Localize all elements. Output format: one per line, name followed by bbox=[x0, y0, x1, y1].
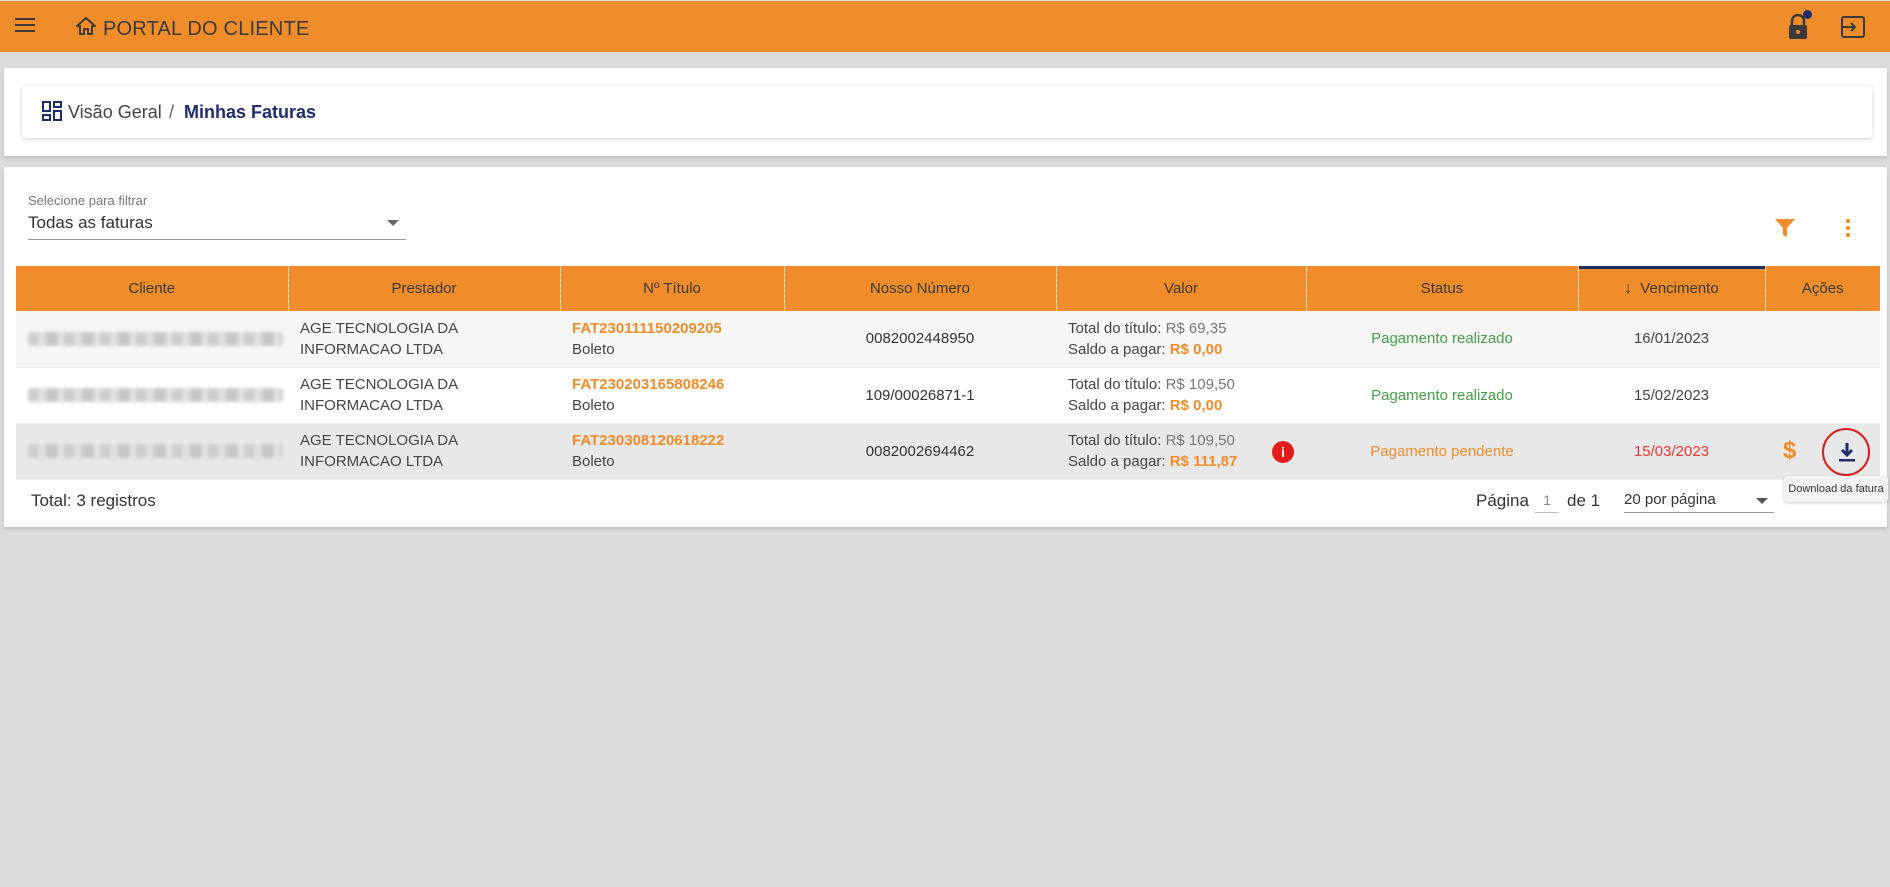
invoice-number-link[interactable]: FAT230203165808246 bbox=[572, 374, 772, 395]
cell-prestador: AGE TECNOLOGIA DA INFORMACAO LTDA bbox=[288, 423, 560, 480]
cell-valor: Total do título: R$ 109,50 Saldo a pagar… bbox=[1056, 423, 1306, 480]
total-value: R$ 109,50 bbox=[1165, 376, 1235, 393]
chevron-down-icon bbox=[387, 220, 399, 226]
page-label: Página bbox=[1476, 491, 1529, 510]
cell-status: Pagamento realizado bbox=[1306, 311, 1578, 368]
cell-acoes bbox=[1765, 367, 1880, 424]
total-label: Total do título: bbox=[1068, 319, 1162, 337]
saldo-value: R$ 0,00 bbox=[1169, 340, 1223, 358]
cell-acoes bbox=[1765, 311, 1880, 368]
sort-arrow-down-icon: ↓ bbox=[1624, 279, 1633, 297]
invoices-card: Selecione para filtrar Todas as faturas … bbox=[4, 167, 1887, 527]
cell-valor: Total do título: R$ 109,50 Saldo a pagar… bbox=[1056, 367, 1306, 424]
filter-value: Todas as faturas bbox=[28, 213, 153, 232]
cell-cliente bbox=[16, 367, 288, 424]
per-page-value: 20 por página bbox=[1624, 491, 1716, 508]
per-page-select[interactable]: 20 por página bbox=[1624, 487, 1774, 513]
column-header-vencimento[interactable]: ↓ Vencimento bbox=[1578, 266, 1766, 311]
total-label: Total do título: bbox=[1068, 376, 1162, 393]
pay-dollar-icon[interactable]: $ bbox=[1783, 437, 1796, 465]
table-header-row: Cliente Prestador Nº Título Nosso Número… bbox=[16, 266, 1880, 311]
cell-nosso-numero: 0082002694462 bbox=[784, 423, 1056, 480]
top-app-bar: PORTAL DO CLIENTE bbox=[0, 0, 1890, 52]
cell-vencimento: 15/02/2023 bbox=[1578, 367, 1765, 424]
column-header-status[interactable]: Status bbox=[1306, 266, 1579, 311]
redacted-client-name bbox=[28, 444, 283, 458]
chevron-down-icon bbox=[1756, 498, 1768, 504]
hamburger-menu-icon[interactable] bbox=[12, 15, 38, 39]
table-row[interactable]: AGE TECNOLOGIA DA INFORMACAO LTDA FAT230… bbox=[16, 311, 1880, 368]
cell-nosso-numero: 109/00026871-1 bbox=[784, 367, 1056, 424]
invoice-number-link[interactable]: FAT230111150209205 bbox=[572, 318, 772, 339]
filter-select[interactable]: Todas as faturas bbox=[28, 210, 406, 240]
cell-cliente bbox=[16, 311, 288, 368]
column-header-cliente[interactable]: Cliente bbox=[16, 266, 289, 311]
app-title: PORTAL DO CLIENTE bbox=[103, 18, 310, 40]
cell-titulo: FAT230308120618222 Boleto bbox=[560, 423, 784, 480]
column-header-nosso-numero[interactable]: Nosso Número bbox=[784, 266, 1057, 311]
filter-label: Selecione para filtrar bbox=[28, 193, 148, 208]
column-header-valor[interactable]: Valor bbox=[1056, 266, 1307, 311]
total-value: R$ 109,50 bbox=[1165, 432, 1235, 449]
redacted-client-name bbox=[28, 388, 283, 402]
more-options-icon[interactable] bbox=[1843, 217, 1853, 239]
invoices-table: Cliente Prestador Nº Título Nosso Número… bbox=[16, 266, 1880, 480]
cell-titulo: FAT230111150209205 Boleto bbox=[560, 311, 784, 368]
cell-prestador: AGE TECNOLOGIA DA INFORMACAO LTDA bbox=[288, 311, 560, 368]
saldo-label: Saldo a pagar: bbox=[1068, 397, 1166, 414]
saldo-label: Saldo a pagar: bbox=[1068, 340, 1166, 358]
breadcrumb: Visão Geral / Minhas Faturas bbox=[22, 86, 1872, 138]
breadcrumb-card: Visão Geral / Minhas Faturas bbox=[4, 68, 1887, 156]
download-invoice-button[interactable] bbox=[1822, 427, 1870, 476]
cell-status: Pagamento realizado bbox=[1306, 367, 1578, 424]
logout-icon[interactable] bbox=[1840, 15, 1866, 39]
cell-prestador: AGE TECNOLOGIA DA INFORMACAO LTDA bbox=[288, 367, 560, 424]
column-header-prestador[interactable]: Prestador bbox=[288, 266, 561, 311]
invoice-type: Boleto bbox=[572, 397, 615, 414]
table-row[interactable]: AGE TECNOLOGIA DA INFORMACAO LTDA FAT230… bbox=[16, 367, 1880, 424]
cell-cliente bbox=[16, 423, 288, 480]
redacted-client-name bbox=[28, 331, 283, 346]
saldo-label: Saldo a pagar: bbox=[1068, 453, 1166, 470]
home-icon[interactable] bbox=[76, 17, 96, 35]
breadcrumb-root-link[interactable]: Visão Geral bbox=[68, 102, 162, 123]
invoice-type: Boleto bbox=[572, 340, 615, 358]
filter-funnel-icon[interactable] bbox=[1774, 217, 1796, 239]
cell-acoes: $ bbox=[1765, 423, 1880, 480]
table-row[interactable]: AGE TECNOLOGIA DA INFORMACAO LTDA FAT230… bbox=[16, 423, 1880, 480]
column-header-vencimento-label: Vencimento bbox=[1640, 279, 1719, 297]
download-tooltip: Download da fatura bbox=[1784, 476, 1888, 502]
page-total: de 1 bbox=[1567, 491, 1601, 510]
saldo-value: R$ 0,00 bbox=[1169, 397, 1223, 414]
cell-vencimento: 16/01/2023 bbox=[1578, 311, 1765, 368]
dashboard-icon bbox=[42, 101, 62, 121]
info-alert-icon[interactable]: i bbox=[1272, 440, 1294, 463]
total-value: R$ 69,35 bbox=[1165, 319, 1227, 337]
breadcrumb-current: Minhas Faturas bbox=[184, 102, 317, 122]
invoice-type: Boleto bbox=[572, 453, 615, 470]
total-records: Total: 3 registros bbox=[31, 491, 156, 510]
cell-vencimento: 15/03/2023 bbox=[1578, 423, 1765, 480]
cell-titulo: FAT230203165808246 Boleto bbox=[560, 367, 784, 424]
column-header-acoes: Ações bbox=[1765, 266, 1880, 311]
breadcrumb-separator: / bbox=[169, 102, 175, 122]
invoice-number-link[interactable]: FAT230308120618222 bbox=[572, 430, 772, 451]
page-number-input[interactable]: 1 bbox=[1535, 487, 1559, 513]
download-icon bbox=[1839, 442, 1855, 461]
notification-dot bbox=[1803, 10, 1812, 19]
cell-nosso-numero: 0082002448950 bbox=[784, 311, 1056, 368]
cell-status: Pagamento pendente bbox=[1306, 423, 1578, 480]
total-label: Total do título: bbox=[1068, 432, 1162, 449]
column-header-titulo[interactable]: Nº Título bbox=[560, 266, 785, 311]
saldo-value: R$ 111,87 bbox=[1169, 453, 1238, 470]
cell-valor: Total do título: R$ 69,35 Saldo a pagar:… bbox=[1056, 311, 1306, 368]
table-footer: Total: 3 registros Página 1 de 1 20 por … bbox=[16, 479, 1880, 523]
